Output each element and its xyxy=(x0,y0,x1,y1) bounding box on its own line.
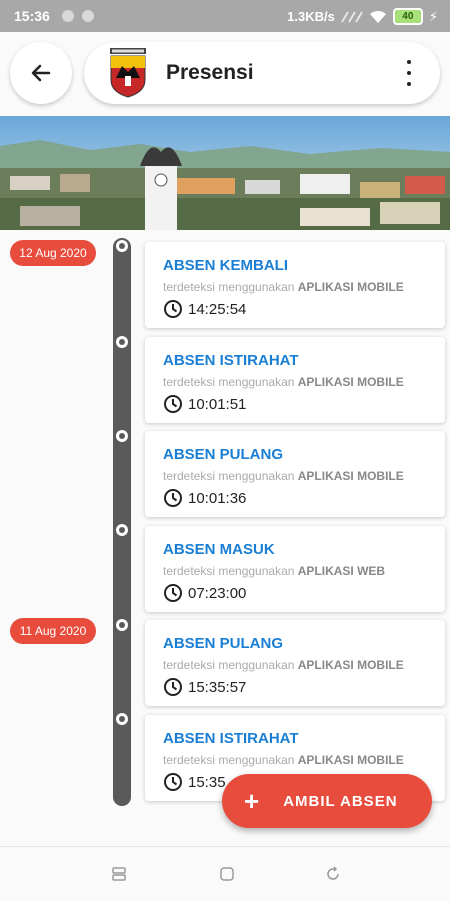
system-nav-bar xyxy=(0,846,450,901)
plus-icon: + xyxy=(244,785,260,816)
wifi-icon xyxy=(369,10,386,23)
timeline-dot-icon xyxy=(116,713,128,725)
network-speed: 1.3KB/s xyxy=(287,9,335,24)
charging-icon: ⚡ xyxy=(428,8,438,24)
home-icon[interactable] xyxy=(218,865,236,883)
battery-icon: 40 xyxy=(392,8,423,25)
date-badge: 11 Aug 2020 xyxy=(10,618,96,644)
attendance-title: ABSEN KEMBALI xyxy=(163,257,289,274)
attendance-title: ABSEN MASUK xyxy=(163,541,275,558)
more-vert-icon xyxy=(407,60,411,64)
attendance-time: 15:35:57 xyxy=(188,678,247,696)
recents-icon[interactable] xyxy=(110,865,128,883)
attendance-card[interactable]: ABSEN MASUK terdeteksi menggunakan APLIK… xyxy=(145,526,445,612)
attendance-card[interactable]: ABSEN PULANG terdeteksi menggunakan APLI… xyxy=(145,431,445,517)
page-title: Presensi xyxy=(166,61,254,84)
attendance-time: 14:25:54 xyxy=(188,300,247,318)
timeline-dot-icon xyxy=(116,336,128,348)
clock-icon xyxy=(164,678,182,696)
clock-icon xyxy=(164,395,182,413)
attendance-time: 10:01:51 xyxy=(188,395,247,413)
attendance-card[interactable]: ABSEN ISTIRAHAT terdeteksi menggunakan A… xyxy=(145,337,445,423)
logo-emblem xyxy=(110,48,146,98)
city-banner-image xyxy=(0,116,450,230)
attendance-card[interactable]: ABSEN KEMBALI terdeteksi menggunakan APL… xyxy=(145,242,445,328)
status-bar: 15:36 1.3KB/s 40 ⚡ xyxy=(0,0,450,32)
attendance-source: terdeteksi menggunakan APLIKASI MOBILE xyxy=(163,753,404,767)
timeline-dot-icon xyxy=(116,619,128,631)
attendance-title: ABSEN PULANG xyxy=(163,635,284,652)
clock-icon xyxy=(164,584,182,602)
attendance-time: 07:23:00 xyxy=(188,584,247,602)
attendance-title: ABSEN ISTIRAHAT xyxy=(163,352,299,369)
more-menu-button[interactable] xyxy=(404,60,414,86)
attendance-time: 10:01:36 xyxy=(188,489,247,507)
back-button[interactable] xyxy=(10,42,72,104)
clock-icon xyxy=(164,773,182,791)
date-badge: 12 Aug 2020 xyxy=(10,240,96,266)
timeline-dot-icon xyxy=(116,430,128,442)
attendance-source: terdeteksi menggunakan APLIKASI MOBILE xyxy=(163,375,404,389)
clock-icon xyxy=(164,300,182,318)
timeline-dot-icon xyxy=(116,524,128,536)
attendance-time: 15:35 xyxy=(188,773,226,791)
title-bar: Presensi xyxy=(84,42,440,104)
notification-icon xyxy=(62,10,74,22)
ambil-absen-button[interactable]: + AMBIL ABSEN xyxy=(222,774,432,828)
attendance-source: terdeteksi menggunakan APLIKASI MOBILE xyxy=(163,469,404,483)
attendance-card[interactable]: ABSEN PULANG terdeteksi menggunakan APLI… xyxy=(145,620,445,706)
clock-icon xyxy=(164,489,182,507)
attendance-source: terdeteksi menggunakan APLIKASI WEB xyxy=(163,564,386,578)
attendance-source: terdeteksi menggunakan APLIKASI MOBILE xyxy=(163,280,404,294)
ambil-absen-label: AMBIL ABSEN xyxy=(283,792,398,810)
attendance-source: terdeteksi menggunakan APLIKASI MOBILE xyxy=(163,658,404,672)
status-time: 15:36 xyxy=(14,8,50,24)
attendance-title: ABSEN ISTIRAHAT xyxy=(163,730,299,747)
signal-icon xyxy=(341,10,363,23)
notification-icon xyxy=(82,10,94,22)
back-nav-icon[interactable] xyxy=(324,865,342,883)
arrow-left-icon xyxy=(31,64,51,82)
attendance-title: ABSEN PULANG xyxy=(163,446,284,463)
timeline-dot-icon xyxy=(116,240,128,252)
